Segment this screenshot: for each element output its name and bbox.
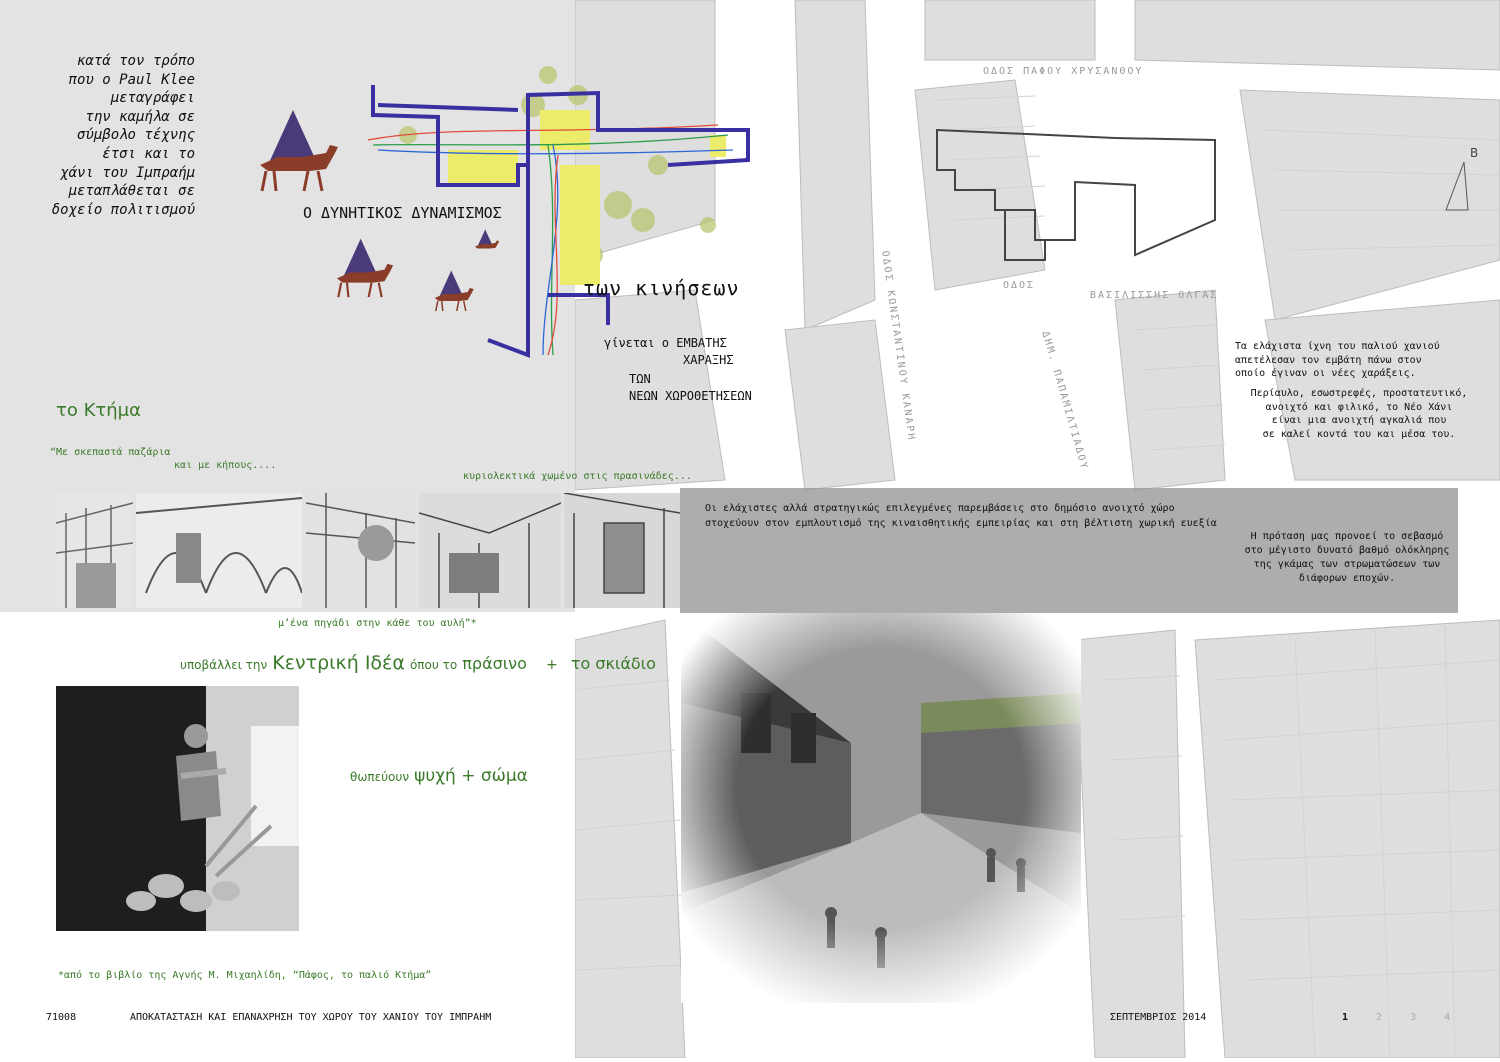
band-text-2: Η πρόταση μας προνοεί το σεβασμό στο μέγ… xyxy=(1244,531,1450,584)
diagram-title-line1: Ο ΔΥΝΗΤΙΚΟΣ ΔΥΝΑΜΙΣΜΟΣ xyxy=(303,204,502,222)
page-number-1[interactable]: 1 xyxy=(1342,1012,1348,1023)
footer-code: 71008 xyxy=(46,1012,77,1023)
page-number-2[interactable]: 2 xyxy=(1376,1012,1382,1023)
camel-icon xyxy=(248,105,343,195)
footer-date: ΣΕΠΤΕΜΒΡΙΟΣ 2014 xyxy=(1110,1012,1207,1023)
ktima-quote-1: “Με σκεπαστά παζάρια xyxy=(50,447,171,458)
soul-part-2: ψυχή + σώμα xyxy=(414,766,528,786)
street-label-odos: ΟΔΟΣ xyxy=(1003,280,1036,291)
central-idea-line: υποβάλλει την Κεντρική Ιδέα όπου το πράσ… xyxy=(180,652,656,674)
sketch-image xyxy=(306,493,415,608)
street-label-olgas: ΒΑΣΙΛΙΣΣΗΣ ΟΛΓΑΣ xyxy=(1090,290,1219,301)
soul-body-line: θωπεύουν ψυχή + σώμα xyxy=(350,766,528,786)
north-arrow-icon xyxy=(1440,140,1474,215)
idea-part-4: πράσινο xyxy=(462,654,527,673)
idea-part-1: υποβάλλει την xyxy=(180,658,268,672)
sketch-image xyxy=(419,493,561,608)
courtyard-rendering xyxy=(681,613,1081,1003)
diagram-sub3: ΤΩΝ xyxy=(629,372,651,386)
ktima-quote-4: μ’ένα πηγάδι στην κάθε του αυλή”* xyxy=(278,618,477,629)
camel-icon xyxy=(470,228,502,256)
poem-text: κατά τον τρόπο που ο Paul Klee μεταγράφε… xyxy=(51,53,195,218)
right-paragraph-1: Τα ελάχιστα ίχνη του παλιού χανιού απετέ… xyxy=(1235,341,1440,379)
page-number-4[interactable]: 4 xyxy=(1444,1012,1450,1023)
idea-part-6: το σκιάδιο xyxy=(570,654,656,673)
band-text-1: Οι ελάχιστες αλλά στρατηγικώς επιλεγμένε… xyxy=(705,503,1217,529)
page-pager: 1 2 3 4 xyxy=(1342,1012,1478,1023)
ktima-quote-3: κυριολεκτικά χωμένο στις πρασινάδες... xyxy=(463,471,692,482)
sketch-image xyxy=(56,493,133,608)
ktima-heading: το Κτήμα xyxy=(56,400,141,421)
diagram-title-line2: των κινήσεων xyxy=(583,276,740,300)
soul-part-1: θωπεύουν xyxy=(350,770,410,784)
camel-icon xyxy=(325,235,400,300)
footer-title: ΑΠΟΚΑΤΑΣΤΑΣΗ ΚΑΙ ΕΠΑΝΑΧΡΗΣΗ ΤΟΥ ΧΩΡΟΥ ΤΟ… xyxy=(130,1012,492,1023)
sketch-image xyxy=(564,493,680,608)
idea-part-3: όπου το xyxy=(409,658,458,672)
idea-part-2: Κεντρική Ιδέα xyxy=(272,652,405,674)
right-paragraph-2: Περίαυλο, εσωστρεφές, προστατευτικό, ανο… xyxy=(1250,388,1468,440)
street-label-paphou: ΟΔΟΣ ΠΑΦΟΥ ΧΡΥΣΑΝΘΟΥ xyxy=(983,66,1144,77)
footnote: *από το βιβλίο της Αγνής Μ. Μιχαηλίδη, “… xyxy=(58,970,432,981)
ktima-quote-2: και με κήπους.... xyxy=(174,460,277,471)
diagram-sub1: γίνεται ο ΕΜΒΑΤΗΣ xyxy=(604,336,727,350)
diagram-sub4: ΝΕΩΝ ΧΩΡΟΘΕΤΗΣΕΩΝ xyxy=(629,389,752,403)
blacksmith-photo xyxy=(56,686,299,931)
north-label: Β xyxy=(1470,146,1479,160)
sketch-image xyxy=(136,493,302,608)
page-number-3[interactable]: 3 xyxy=(1410,1012,1416,1023)
camel-icon xyxy=(425,268,480,313)
idea-part-5: + xyxy=(546,657,558,673)
diagram-sub2: ΧΑΡΑΞΗΣ xyxy=(683,353,734,367)
